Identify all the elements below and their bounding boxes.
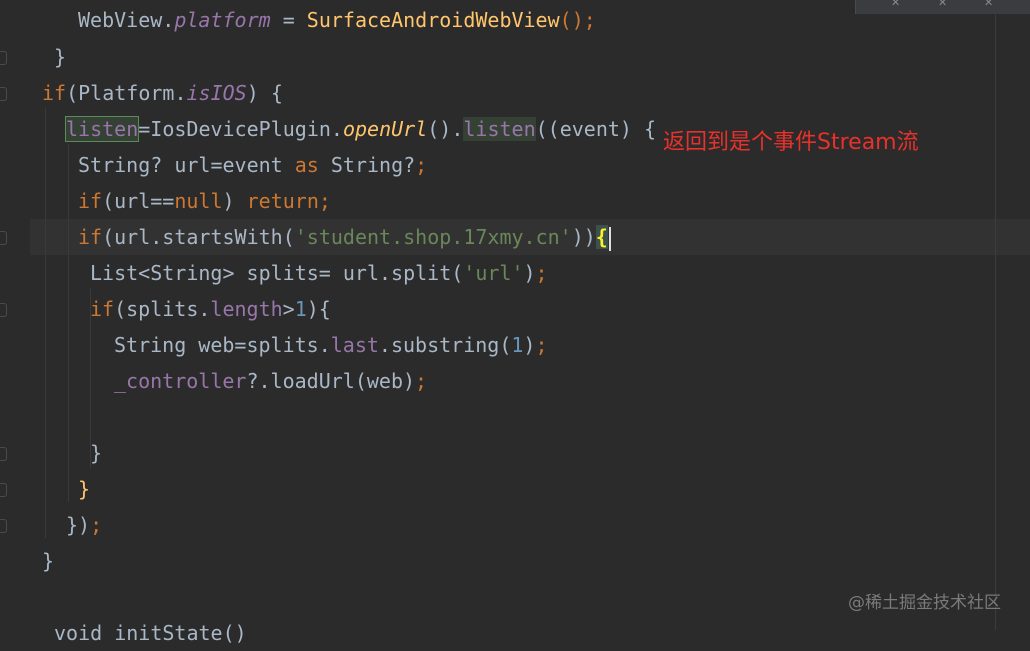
code-line: if(url==null) return; [78, 189, 331, 213]
inspection-icon[interactable]: ✕ [938, 0, 947, 9]
code-line: } [54, 45, 67, 69]
code-line: listen=IosDevicePlugin.openUrl().listen(… [64, 116, 657, 142]
editor-gutter [0, 0, 30, 630]
watermark: @稀土掘金技术社区 [848, 593, 1001, 613]
code-line: } [90, 441, 103, 465]
fold-marker[interactable] [0, 303, 7, 317]
fold-marker[interactable] [0, 447, 7, 461]
fold-marker[interactable] [0, 231, 7, 245]
text-cursor [608, 226, 611, 251]
fold-marker[interactable] [0, 51, 7, 65]
indent-guide [45, 108, 46, 538]
listen-variable-highlight: listen [64, 116, 140, 142]
code-line: } [78, 477, 91, 501]
fold-marker[interactable] [0, 483, 7, 497]
inspection-icon[interactable]: ✕ [891, 0, 900, 9]
code-editor[interactable]: WebView.platform = SurfaceAndroidWebView… [30, 0, 1030, 645]
code-line-current: if(url.startsWith('student.shop.17xmy.cn… [78, 219, 611, 255]
code-line: if(splits.length>1){ [90, 297, 331, 321]
indent-guide [68, 144, 69, 502]
code-line: String? url=event as String?; [78, 153, 428, 177]
inspection-icon[interactable]: ✕ [984, 0, 993, 9]
code-line: List<String> splits= url.split('url'); [90, 261, 548, 285]
code-line: } [42, 549, 55, 573]
code-line: _controller?.loadUrl(web); [114, 369, 428, 393]
fold-marker[interactable] [0, 87, 7, 101]
code-line: WebView.platform = SurfaceAndroidWebView… [78, 8, 596, 32]
code-line: void initState() [54, 621, 247, 645]
listen-method-highlight: listen [463, 117, 536, 141]
matched-brace: { [595, 225, 608, 249]
fold-marker[interactable] [0, 519, 7, 533]
code-line: if(Platform.isIOS) { [42, 81, 283, 105]
editor-top-toolbar: ✕ ✕ ✕ [855, 0, 1030, 14]
annotation-note: 返回到是个事件Stream流 [663, 130, 919, 155]
code-line: String web=splits.last.substring(1); [114, 333, 548, 357]
right-margin-guide [995, 0, 996, 630]
code-line: }); [66, 513, 103, 537]
